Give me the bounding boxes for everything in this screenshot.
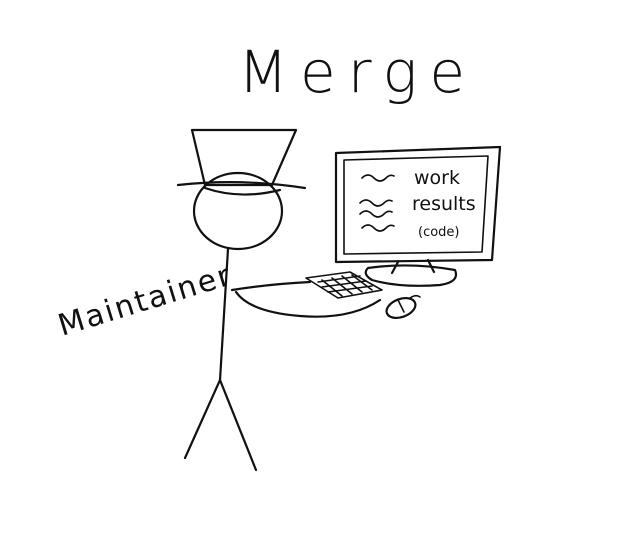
squiggle-2 xyxy=(359,199,393,207)
role-label: Maintainer xyxy=(54,258,236,344)
top-hat-icon xyxy=(176,128,307,196)
screen-line-code: (code) xyxy=(418,225,460,240)
stick-figure-icon xyxy=(183,171,312,472)
squiggle-3 xyxy=(359,210,393,218)
desk-arc xyxy=(234,290,382,318)
screen-line-results: results xyxy=(412,193,476,215)
page-title: Merge xyxy=(238,38,477,106)
keyboard-icon xyxy=(305,271,383,299)
squiggle-1 xyxy=(361,174,395,182)
mouse-icon xyxy=(385,294,421,319)
monitor-icon: work results (code) xyxy=(334,145,502,287)
merge-sketch: Merge Maintainer work results (code) xyxy=(54,38,502,472)
left-leg xyxy=(183,378,222,460)
right-leg xyxy=(218,378,258,472)
squiggle-4 xyxy=(361,224,395,232)
screen-line-work: work xyxy=(414,167,460,189)
arm xyxy=(230,280,312,292)
